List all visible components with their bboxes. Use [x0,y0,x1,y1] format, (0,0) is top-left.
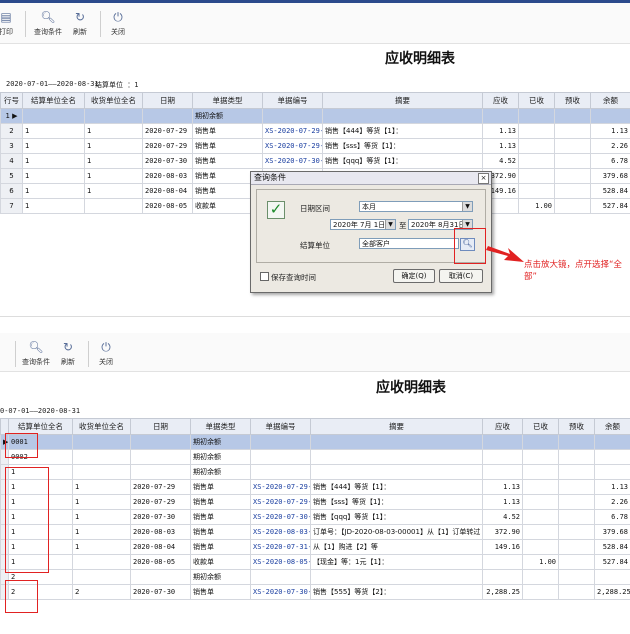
col-header[interactable]: 已收 [518,92,555,109]
date-range: 2020-07-01——2020-08-31 [6,80,99,88]
magnifier-highlight-box [454,228,486,264]
table-row[interactable]: 11 2020-08-04销售单 XS-2020-07-31-00001从【1】… [0,539,630,555]
ok-button[interactable]: 确定(Q) [393,269,435,283]
table-row[interactable]: 22 2020-07-30销售单 XS-2020-07-30-00002销售【5… [0,584,630,600]
annotation-arrow-icon [486,246,524,262]
table-row[interactable]: 3 11 2020-07-29销售单 XS-2020-07-29-00002销售… [0,138,630,154]
period-select[interactable]: 本月 ▼ [359,201,473,212]
col-header[interactable]: 单据类型 [190,418,251,435]
col-header[interactable]: 日期 [130,418,191,435]
toolbar-separator [25,11,26,37]
table-row[interactable]: 11 2020-07-29销售单 XS-2020-07-29-00001销售【4… [0,479,630,495]
col-header[interactable]: 已收 [522,418,559,435]
col-header[interactable]: 余额 [594,418,630,435]
table-row[interactable]: 11 2020-08-03销售单 XS-2020-08-03-00001订单号：… [0,524,630,540]
close-button[interactable]: ⏻ 关闭 [98,9,138,37]
table-row[interactable]: 4 11 2020-07-30销售单 XS-2020-07-30-00001销售… [0,153,630,169]
to-label: 至 [399,221,407,230]
opening-balance-highlight-box [5,433,38,458]
top-toolbar: ▤ 打印 🔍︎ 查询条件 ↻ 刷新 ⏻ 关闭 [0,3,630,44]
table-header: 行号 结算单位全名 收货单位全名 日期 单据类型 单据编号 摘要 应收 已收 预… [0,92,630,109]
close-button[interactable]: ⏻ 关闭 [86,339,126,367]
dialog-title: 查询条件 [254,173,286,182]
col-header[interactable]: 日期 [142,92,193,109]
chevron-down-icon: ▼ [462,202,472,211]
unit-filter-label: 结算单位 ：1 [95,81,139,89]
dialog-titlebar: 查询条件 × [251,172,491,185]
col-header[interactable]: 余额 [590,92,630,109]
table-row[interactable]: 1 期初余额 [0,464,630,480]
annotation-note: 点击放大镜，点开选择“全部” [524,260,622,282]
page-title: 应收明细表 [376,380,446,396]
settlement-unit-label: 结算单位 [300,241,330,250]
table-row[interactable]: 11 2020-07-30销售单 XS-2020-07-30-00001销售【q… [0,509,630,525]
bottom-toolbar: ▾ 🔍︎ 查询条件 ↻ 刷新 ⏻ 关闭 [0,333,630,372]
refresh-icon: ↻ [62,340,74,354]
cancel-button[interactable]: 取消(C) [439,269,483,283]
refresh-button[interactable]: ↻ 刷新 [60,9,100,37]
col-header[interactable]: 摘要 [310,418,483,435]
col-header[interactable]: 单据编号 [262,92,323,109]
col-header[interactable]: 结算单位全名 [22,92,85,109]
printer-icon: ▤ [0,10,12,24]
table-row[interactable]: 2 11 2020-07-29销售单 XS-2020-07-29-00001销售… [0,123,630,139]
refresh-icon: ↻ [74,10,86,24]
refresh-button[interactable]: ↻ 刷新 [48,339,88,367]
power-icon: ⏻ [113,10,123,24]
table-row[interactable]: 2 期初余额 [0,569,630,585]
col-header[interactable]: 预收 [558,418,595,435]
save-query-time-checkbox[interactable] [260,272,269,281]
chevron-down-icon: ▼ [385,220,395,229]
row-index: 1 ▶ [0,108,23,124]
col-header[interactable]: 应收 [482,418,523,435]
chevron-down-icon: ▾ [0,339,16,355]
section-divider [0,316,630,317]
print-button[interactable]: ▤ 打印 [0,9,26,37]
power-icon: ⏻ [101,340,111,354]
toolbar-dropdown[interactable]: ▾ [0,339,16,355]
checkmark-icon: ✓ [267,201,285,219]
col-header[interactable]: 预收 [554,92,591,109]
date-range: 0-07-01——2020-08-31 [0,407,81,415]
save-query-time-label: 保存查询时间 [271,273,316,282]
col-header[interactable]: 单据类型 [192,92,263,109]
table-row[interactable]: 0002 期初余额 [0,449,630,465]
col-header[interactable]: 单据编号 [250,418,311,435]
from-date-picker[interactable]: 2020年 7月 1日 ▼ [330,219,396,230]
col-header[interactable]: 收货单位全名 [84,92,143,109]
close-icon[interactable]: × [478,173,489,184]
col-header[interactable]: 收货单位全名 [72,418,131,435]
table-row[interactable]: ▶ 0001 期初余额 [0,434,630,450]
settlement-unit-input[interactable]: 全部客户 [359,238,459,249]
unit-1-highlight-box [5,467,49,573]
table-row[interactable]: 1 ▶ 期初余额 [0,108,630,124]
table-row[interactable]: 11 2020-07-29销售单 XS-2020-07-29-00002销售【s… [0,494,630,510]
col-header[interactable]: 摘要 [322,92,483,109]
table-header: 结算单位全名 收货单位全名 日期 单据类型 单据编号 摘要 应收 已收 预收 余… [0,418,630,435]
unit-2-highlight-box [5,580,38,613]
table-row[interactable]: 1 2020-08-05收款单 XS-2020-08-05-00001【现金】等… [0,554,630,570]
page-title: 应收明细表 [385,51,455,67]
col-header[interactable]: 应收 [482,92,519,109]
bottom-report-table: 结算单位全名 收货单位全名 日期 单据类型 单据编号 摘要 应收 已收 预收 余… [0,418,630,600]
current-row-pointer-icon: ▶ [12,112,18,120]
date-range-label: 日期区间 [300,204,330,213]
col-header[interactable]: 行号 [0,92,23,109]
